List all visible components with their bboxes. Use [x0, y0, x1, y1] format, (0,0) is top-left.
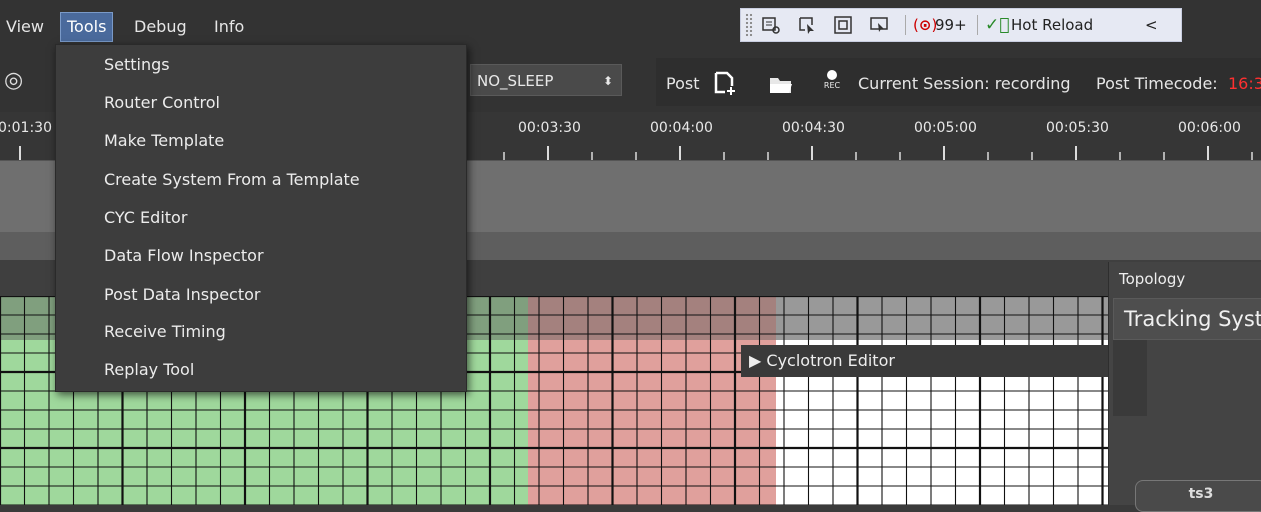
menu-tools[interactable]: Tools: [60, 12, 114, 42]
ts3-button[interactable]: ts3: [1135, 480, 1261, 512]
menu-item-make-template[interactable]: Make Template: [104, 125, 224, 157]
menu-item-settings[interactable]: Settings: [104, 49, 170, 81]
menu-item-router-control[interactable]: Router Control: [104, 87, 220, 119]
tools-dropdown-menu: Settings Router Control Make Template Cr…: [55, 44, 467, 392]
collapse-icon[interactable]: <: [1145, 14, 1158, 36]
sleep-mode-select[interactable]: NO_SLEEP ⬍: [470, 64, 622, 96]
select-arrow-icon: ⬍: [602, 74, 613, 88]
tick-label: 00:05:30: [1046, 120, 1109, 136]
select-element-icon[interactable]: [761, 15, 781, 35]
tick-label: 00:04:30: [782, 120, 845, 136]
menu-item-data-flow-inspector[interactable]: Data Flow Inspector: [104, 240, 264, 272]
toolbar-separator: [977, 15, 978, 35]
hot-reload-button[interactable]: Hot Reload: [1011, 14, 1093, 36]
topology-panel: Topology Tracking Syst ts3: [1108, 262, 1261, 512]
tracking-system-item[interactable]: Tracking Syst: [1113, 298, 1261, 340]
pointer-icon[interactable]: [797, 15, 817, 35]
menu-item-receive-timing[interactable]: Receive Timing: [104, 316, 226, 348]
target-icon[interactable]: ◎: [4, 68, 23, 93]
menu-debug[interactable]: Debug: [128, 12, 193, 42]
menu-item-create-system-from-template[interactable]: Create System From a Template: [104, 164, 360, 196]
tick-label: 00:05:00: [914, 120, 977, 136]
menu-info[interactable]: Info: [208, 12, 250, 42]
tick-label: 00:04:00: [650, 120, 713, 136]
menu-item-cyc-editor[interactable]: CYC Editor: [104, 202, 187, 234]
check-icon: ✓⃝: [985, 15, 1010, 35]
new-file-icon[interactable]: [712, 70, 738, 100]
topology-title: Topology: [1119, 270, 1186, 288]
menu-item-post-data-inspector[interactable]: Post Data Inspector: [104, 279, 260, 311]
toolbar-separator: [905, 15, 906, 35]
debug-toolbar: (⊙) 99+ ✓⃝ Hot Reload <: [740, 8, 1182, 42]
open-folder-icon[interactable]: [768, 74, 794, 100]
tick-label: 00:06:00: [1178, 120, 1241, 136]
record-icon[interactable]: REC: [822, 68, 842, 90]
expand-arrow-icon: ▶: [749, 351, 767, 370]
post-timecode-label: Post Timecode:: [1096, 74, 1218, 93]
sleep-mode-value: NO_SLEEP: [477, 72, 554, 90]
tick-label: 0:01:30: [0, 120, 52, 136]
topology-list: [1113, 340, 1147, 416]
cyclotron-editor-label: Cyclotron Editor: [766, 351, 895, 370]
menu-view[interactable]: View: [0, 12, 50, 42]
snapshot-icon[interactable]: [869, 15, 889, 35]
toolbar-grip[interactable]: [745, 13, 753, 37]
session-status: Current Session: recording: [858, 74, 1071, 93]
menu-item-replay-tool[interactable]: Replay Tool: [104, 354, 194, 386]
error-count[interactable]: 99+: [935, 14, 967, 36]
rec-label: REC: [823, 81, 841, 90]
error-badge-icon[interactable]: (⊙): [913, 14, 937, 36]
cyclotron-editor-header[interactable]: ▶ Cyclotron Editor: [741, 345, 1108, 377]
post-timecode-value: 16:3: [1228, 74, 1261, 93]
tick-label: 00:03:30: [518, 120, 581, 136]
post-label: Post: [666, 74, 700, 93]
frame-icon[interactable]: [833, 15, 853, 35]
